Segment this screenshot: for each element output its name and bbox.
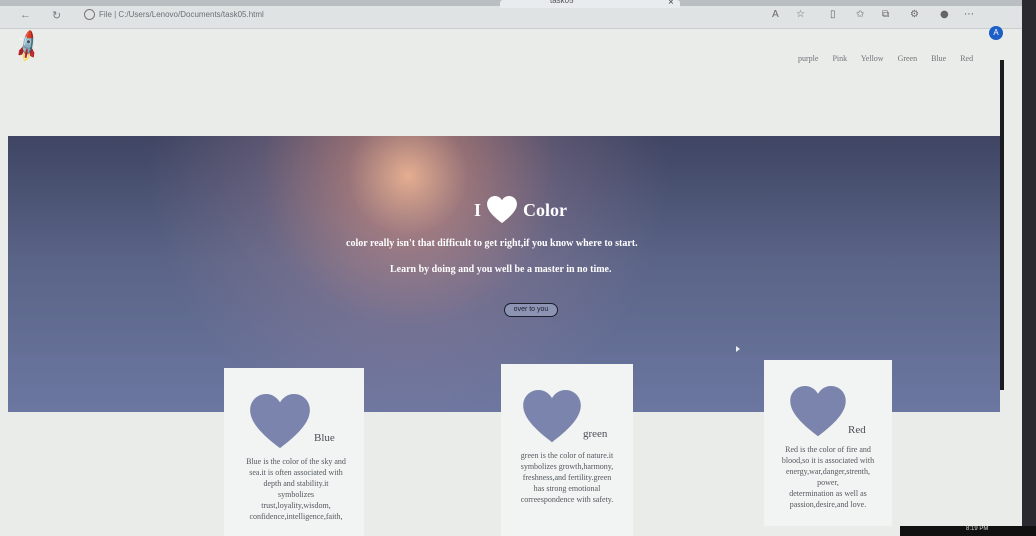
over-to-you-button[interactable]: over to you [504,303,558,317]
card-description: Red is the color of fire and blood,so it… [764,444,892,510]
nav-item-yellow[interactable]: Yellow [861,54,884,63]
info-icon [84,9,95,21]
heart-icon [250,394,310,449]
tab-title: task05 [550,0,574,5]
hero-i: I [474,199,482,220]
nav-item-blue[interactable]: Blue [931,54,946,63]
address-text: File | C:/Users/Lenovo/Documents/task05.… [99,10,264,19]
card-line: has strong emotional [533,484,601,493]
card-line: power, [817,478,839,487]
menu-dots-icon[interactable]: ⋯ [964,9,974,20]
heart-icon [487,196,517,224]
card-line: energy,war,danger,strenth, [786,467,870,476]
address-bar[interactable]: File | C:/Users/Lenovo/Documents/task05.… [84,8,644,22]
card-line: sea.it is often associated with [249,468,343,477]
hero-title: I Color [474,196,567,224]
card-line: determination as well as [789,489,867,498]
heart-icon [523,390,581,443]
card-line: green is the color of nature.it [520,451,614,460]
card-green: green green is the color of nature.it sy… [501,364,633,536]
hero-color-word: Color [523,199,568,220]
profile-avatar[interactable]: A [989,26,1003,40]
hero-line-2: Learn by doing and you well be a master … [390,264,612,275]
browser-toolbar: task05 × ← ↻ File | C:/Users/Lenovo/Docu… [0,0,1036,29]
back-icon[interactable]: ← [20,9,31,21]
tab-active[interactable] [500,0,680,8]
card-line: trust,loyality,wisdom, [261,501,331,510]
extension-icon[interactable]: ● [940,9,949,20]
card-line: freshness,and fertility.green [522,473,612,482]
scrollbar[interactable] [1000,60,1004,390]
split-screen-icon[interactable]: ▯ [830,9,836,20]
hero-line-1: color really isn't that difficult to get… [346,238,638,249]
collections-icon[interactable]: ⧉ [882,9,889,20]
card-line: Red is the color of fire and [785,445,871,454]
screen-bezel [1022,0,1036,536]
mouse-cursor-icon [736,346,740,352]
card-title: Red [848,424,866,436]
heart-icon [790,386,846,437]
favorites-icon[interactable]: ✩ [856,9,864,20]
card-red: Red Red is the color of fire and blood,s… [764,360,892,526]
card-blue: Blue Blue is the color of the sky and se… [224,368,364,536]
nav-menu: purple Pink Yellow Green Blue Red [798,54,985,63]
card-line: symbolizes growth,harmony, [520,462,614,471]
card-line: depth and stability.it [263,479,329,488]
card-title: green [583,428,608,440]
card-title: Blue [314,432,335,444]
favorite-star-icon[interactable]: ☆ [796,9,805,20]
refresh-icon[interactable]: ↻ [52,9,61,22]
card-line: Blue is the color of the sky and [246,457,346,466]
card-line: symbolizes [278,490,314,499]
rocket-logo-icon[interactable]: 🚀 [9,28,46,65]
nav-item-red[interactable]: Red [960,54,973,63]
card-description: Blue is the color of the sky and sea.it … [224,456,368,522]
nav-item-purple[interactable]: purple [798,54,818,63]
read-aloud-icon[interactable]: A [772,9,779,20]
extensions-icon[interactable]: ⚙ [910,9,919,20]
card-description: green is the color of nature.it symboliz… [501,450,633,505]
tab-close-icon[interactable]: × [668,0,674,8]
card-line: correespondence with safety. [520,495,614,504]
card-line: blood,so it is associated with [781,456,875,465]
card-line: passion,desire,and love. [789,500,867,509]
card-line: confidence,intelligence,faith, [249,512,343,521]
nav-item-green[interactable]: Green [898,54,918,63]
taskbar-clock: 8:19 PM [966,526,989,532]
nav-item-pink[interactable]: Pink [832,54,847,63]
